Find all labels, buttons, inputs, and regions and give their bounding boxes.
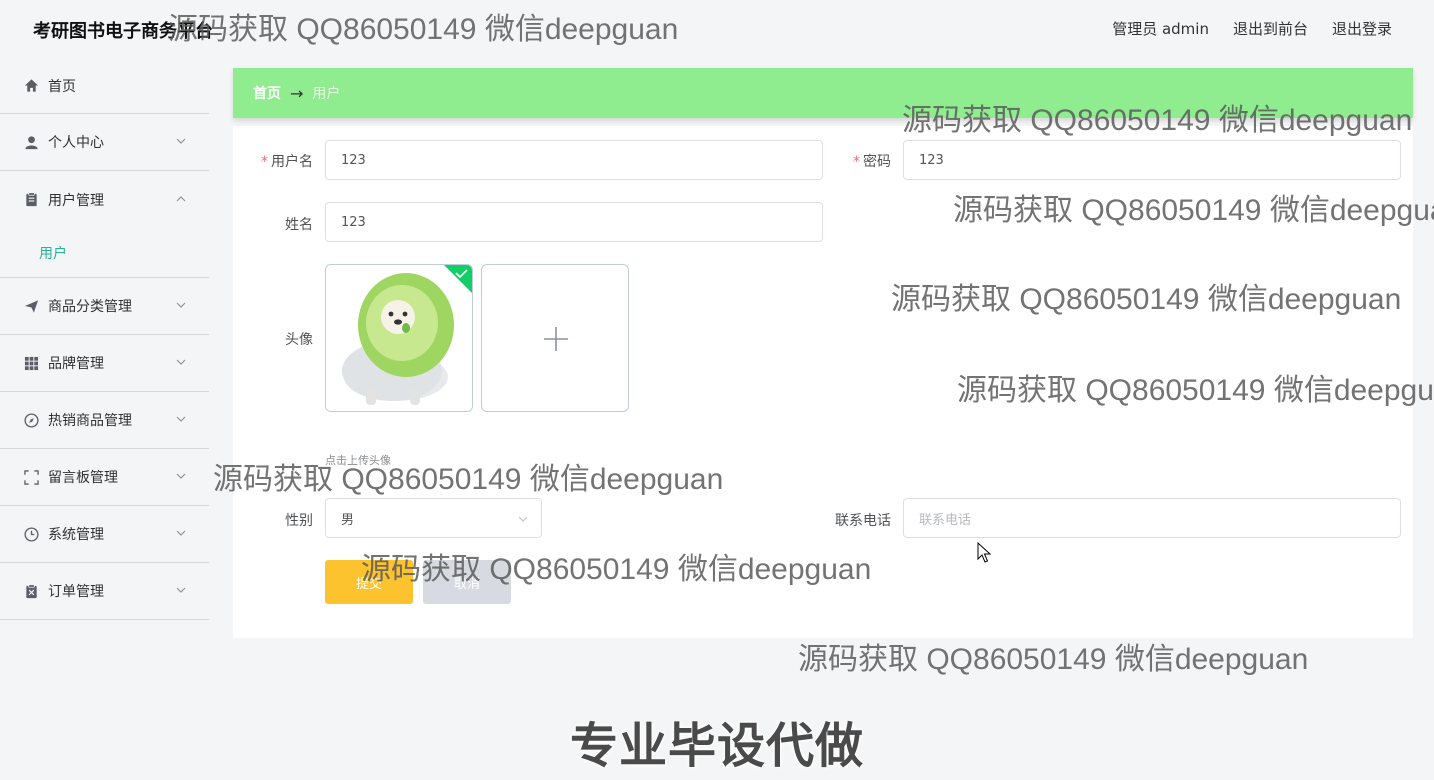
- sidebar-item-label: 热销商品管理: [48, 413, 132, 429]
- chevron-down-icon: [176, 359, 186, 365]
- username-label: * 用户名: [261, 154, 313, 170]
- sidebar-item-home[interactable]: 首页: [0, 58, 209, 114]
- home-icon: [23, 78, 39, 94]
- compass-icon: [23, 412, 39, 428]
- grid-icon: [23, 355, 39, 371]
- sidebar-item-label: 系统管理: [48, 527, 104, 543]
- sidebar-item-label: 首页: [48, 78, 76, 95]
- chevron-down-icon: [176, 473, 186, 479]
- username-field[interactable]: 123: [325, 140, 823, 180]
- clock-icon: [23, 526, 39, 542]
- sidebar-item-system-management[interactable]: 系统管理: [0, 506, 209, 563]
- sidebar-item-label: 商品分类管理: [48, 299, 132, 315]
- watermark-text: 源码获取 QQ86050149 微信deepguan: [957, 374, 1434, 407]
- watermark-text: 源码获取 QQ86050149 微信deepguan: [361, 553, 872, 586]
- sidebar-item-category-management[interactable]: 商品分类管理: [0, 278, 209, 335]
- password-label: * 密码: [853, 154, 891, 170]
- sidebar-item-user-management[interactable]: 用户管理: [0, 171, 209, 228]
- watermark-text: 源码获取 QQ86050149 微信deepguan: [953, 194, 1434, 227]
- gender-selected-value: 男: [341, 512, 355, 528]
- sidebar-item-order-management[interactable]: 订单管理: [0, 563, 209, 620]
- admin-user-link[interactable]: 管理员 admin: [1112, 18, 1209, 39]
- avatar-upload-button[interactable]: [481, 264, 629, 412]
- mouse-cursor-icon: [977, 542, 991, 563]
- breadcrumb-current: 用户: [312, 86, 341, 102]
- chevron-down-icon: [176, 530, 186, 536]
- name-field[interactable]: 123: [325, 202, 823, 242]
- chevron-down-icon: [176, 302, 186, 308]
- clipboard-icon: [23, 192, 39, 208]
- sidebar-item-message-board[interactable]: 留言板管理: [0, 449, 209, 506]
- sidebar: 首页 个人中心 用户管理 用户 商品分类管理 品牌管理 热销商品管理 留言板管理…: [0, 58, 209, 620]
- gender-label: 性别: [285, 513, 313, 529]
- watermark-text: 源码获取 QQ86050149 微信deepguan: [798, 643, 1309, 676]
- phone-field[interactable]: 联系电话: [903, 498, 1401, 538]
- chevron-up-icon: [176, 195, 186, 201]
- avatar-label: 头像: [285, 332, 313, 348]
- exit-to-front-link[interactable]: 退出到前台: [1233, 18, 1308, 39]
- sidebar-item-label: 留言板管理: [48, 470, 118, 486]
- fullscreen-icon: [23, 469, 39, 485]
- name-label: 姓名: [285, 217, 313, 233]
- watermark-text: 源码获取 QQ86050149 微信deepguan: [213, 463, 724, 496]
- chevron-down-icon: [176, 587, 186, 593]
- chevron-down-icon: [176, 416, 186, 422]
- plus-icon: [544, 327, 568, 351]
- user-icon: [23, 134, 39, 150]
- sidebar-item-personal-center[interactable]: 个人中心: [0, 114, 209, 171]
- logout-link[interactable]: 退出登录: [1332, 18, 1392, 39]
- breadcrumb-home[interactable]: 首页: [253, 83, 281, 103]
- watermark-text: 源码获取 QQ86050149 微信deepguan: [902, 104, 1413, 137]
- sidebar-item-label: 用户管理: [48, 192, 104, 209]
- phone-label: 联系电话: [835, 513, 891, 529]
- sidebar-item-hot-products[interactable]: 热销商品管理: [0, 392, 209, 449]
- avatar-image: [326, 265, 472, 411]
- watermark-text: 源码获取 QQ86050149 微信deepguan: [168, 13, 679, 46]
- avatar-preview[interactable]: [325, 264, 473, 412]
- watermark-text: 源码获取 QQ86050149 微信deepguan: [891, 283, 1402, 316]
- breadcrumb-separator: →: [290, 83, 304, 103]
- chevron-down-icon: [518, 516, 528, 522]
- gender-select[interactable]: 男: [325, 498, 542, 538]
- password-field[interactable]: 123: [903, 140, 1401, 180]
- chevron-down-icon: [176, 138, 186, 144]
- sidebar-item-label: 个人中心: [48, 135, 104, 151]
- delete-doc-icon: [23, 583, 39, 599]
- send-icon: [23, 298, 39, 314]
- promo-banner: 专业毕设代做: [569, 718, 864, 774]
- header-links: 管理员 admin 退出到前台 退出登录: [1112, 18, 1392, 39]
- sidebar-subitem-users[interactable]: 用户: [0, 228, 209, 278]
- sidebar-item-label: 品牌管理: [48, 356, 104, 372]
- sidebar-item-brand-management[interactable]: 品牌管理: [0, 335, 209, 392]
- sidebar-item-label: 订单管理: [48, 584, 104, 600]
